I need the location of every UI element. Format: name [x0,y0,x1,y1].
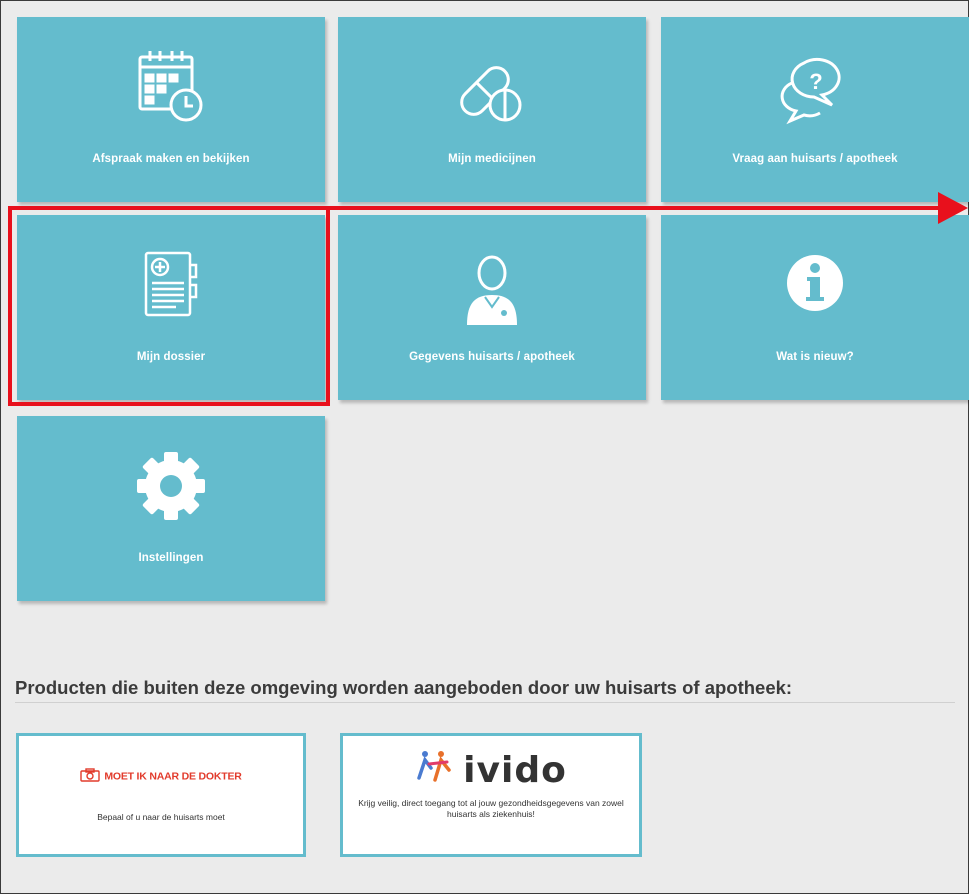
ivido-logo: ivido [343,748,639,793]
product-moet-ik-naar-de-dokter[interactable]: MOET IK NAAR DE DOKTER Bepaal of u naar … [16,733,306,857]
tile-label: Afspraak maken en bekijken [92,153,250,165]
arrow-line [330,206,940,210]
svg-text:?: ? [809,69,822,94]
tile-label: Instellingen [138,552,204,564]
tile-label: Gegevens huisarts / apotheek [409,351,575,363]
divider [15,702,955,703]
product-brand-label: ivido [463,750,567,791]
tile-gegevens[interactable]: Gegevens huisarts / apotheek [338,215,646,400]
product-description: Krijg veilig, direct toegang tot al jouw… [358,798,624,819]
arrow-head-icon [938,192,968,224]
calendar-clock-icon [126,43,216,133]
product-description: Bepaal of u naar de huisarts moet [97,812,225,822]
product-brand-label: MOET IK NAAR DE DOKTER [104,770,242,783]
tile-instellingen[interactable]: Instellingen [17,416,325,601]
tile-medicijnen[interactable]: Mijn medicijnen [338,17,646,202]
gear-icon [126,442,216,532]
info-icon [770,241,860,331]
tile-nieuw[interactable]: Wat is nieuw? [661,215,969,400]
section-heading: Producten die buiten deze omgeving worde… [15,677,793,698]
doctor-icon [447,241,537,331]
product-brand: MOET IK NAAR DE DOKTER [19,768,303,785]
tile-label: Wat is nieuw? [776,351,854,363]
tile-label: Vraag aan huisarts / apotheek [732,153,898,165]
highlight-box [8,206,330,406]
tile-vraag[interactable]: ? Vraag aan huisarts / apotheek [661,17,969,202]
camera-icon [80,768,101,785]
tile-label: Mijn medicijnen [448,153,536,165]
tile-afspraak[interactable]: Afspraak maken en bekijken [17,17,325,202]
pills-icon [447,43,537,133]
question-chat-icon: ? [770,43,860,133]
ivido-figures-icon [415,748,455,793]
product-ivido[interactable]: ivido Krijg veilig, direct toegang tot a… [340,733,642,857]
